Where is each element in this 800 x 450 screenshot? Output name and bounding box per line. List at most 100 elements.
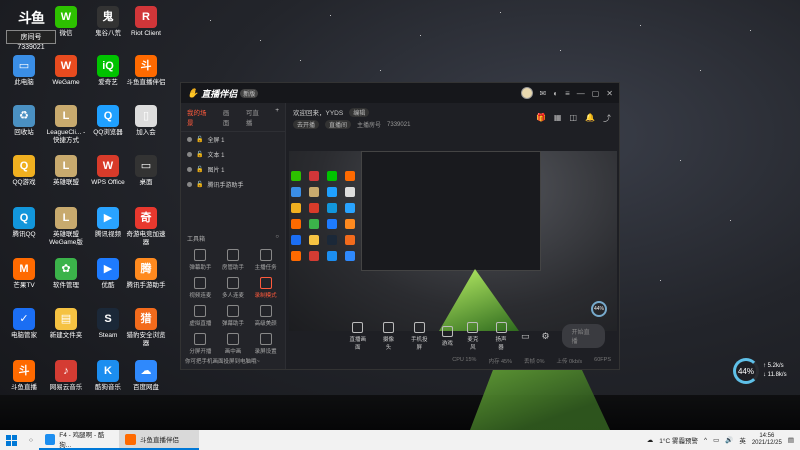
desktop-icon[interactable]: W 微信 bbox=[44, 6, 88, 38]
tab-live[interactable]: 可直播 bbox=[246, 107, 265, 127]
speaker-button[interactable]: 扬声器 bbox=[493, 321, 509, 351]
desktop-icon[interactable]: Q QQ游戏 bbox=[2, 155, 46, 187]
message-icon[interactable]: ✉ bbox=[540, 89, 547, 98]
desktop-icon[interactable]: W WeGame bbox=[44, 55, 88, 87]
desktop-icon[interactable]: L 英雄联盟 bbox=[44, 155, 88, 187]
desktop-icon[interactable]: ✿ 软件管理 bbox=[44, 258, 88, 290]
volume-icon[interactable]: 🔊 bbox=[725, 436, 733, 444]
minimize-icon[interactable]: — bbox=[577, 89, 585, 98]
visibility-icon[interactable] bbox=[187, 152, 192, 157]
tool-item[interactable]: 弹幕助手 bbox=[218, 305, 249, 327]
input-language[interactable]: 英 bbox=[739, 435, 746, 445]
visibility-icon[interactable] bbox=[187, 137, 192, 142]
lock-icon[interactable]: 🔓 bbox=[196, 136, 203, 143]
app-icon: ▶ bbox=[97, 207, 119, 229]
scene-item[interactable]: 🔓 图片 1 bbox=[181, 162, 285, 177]
desktop-icon[interactable]: 腾腾讯手游助手 bbox=[124, 258, 168, 290]
app-icon: ▭ bbox=[13, 55, 35, 77]
tab-canvas[interactable]: 画面 bbox=[223, 107, 236, 127]
tab-scenes[interactable]: 我的场景 bbox=[187, 107, 213, 127]
phone-cast-button[interactable]: 手机投屏 bbox=[408, 321, 429, 351]
scene-item[interactable]: 🔓 全屏 1 bbox=[181, 132, 285, 147]
taskbar-app-douyu[interactable]: 斗鱼直播伴侣 bbox=[118, 430, 199, 450]
desktop-icon[interactable]: ♻ 回收站 bbox=[2, 105, 46, 137]
tool-item[interactable]: 弹幕助手 bbox=[185, 249, 216, 271]
skin-icon[interactable]: ◐ bbox=[553, 89, 558, 98]
notice-text[interactable]: 你可把手机画面投屏到电脑哦~ bbox=[185, 357, 260, 365]
tool-item[interactable]: 录制模式 bbox=[250, 277, 281, 299]
tool-label: 主播任务 bbox=[254, 265, 277, 271]
room-pill[interactable]: 直播间 bbox=[325, 120, 352, 129]
tool-label: 录制模式 bbox=[254, 293, 277, 299]
go-live-pill[interactable]: 去开播 bbox=[293, 120, 320, 129]
desktop-icon[interactable]: ✓ 电脑管家 bbox=[2, 308, 46, 340]
maximize-icon[interactable]: ▢ bbox=[592, 89, 600, 98]
desktop-icon[interactable]: M 芒果TV bbox=[2, 258, 46, 290]
taskbar-app-kugou[interactable]: F4 - 鸡腿啊 - 酷狗... bbox=[38, 430, 119, 450]
start-button[interactable] bbox=[0, 430, 23, 450]
calendar-icon[interactable]: ▦ bbox=[554, 113, 562, 124]
desktop-icon[interactable]: R Riot Client bbox=[124, 6, 168, 38]
desktop-icon[interactable]: L 英雄联盟 WeGame版 bbox=[44, 207, 88, 247]
microphone-button[interactable]: 麦克风 bbox=[465, 321, 481, 351]
menu-icon[interactable]: ≡ bbox=[565, 89, 570, 98]
desktop-icon[interactable]: 奇奇游电竞加速器 bbox=[124, 207, 168, 247]
tray-overflow-icon[interactable]: ^ bbox=[704, 437, 707, 444]
weather-icon[interactable]: ☁ bbox=[647, 436, 654, 444]
desktop-icon[interactable]: L LeagueCli... - 快捷方式 bbox=[44, 105, 88, 145]
desktop-icon[interactable]: 猎猎豹安全浏览器 bbox=[124, 308, 168, 348]
desktop-icon[interactable]: 斗斗鱼直播 bbox=[2, 360, 46, 392]
desktop-icon[interactable]: 斗斗鱼直播伴侣 bbox=[124, 55, 168, 87]
clock[interactable]: 14:56 2021/12/25 bbox=[752, 433, 782, 447]
app-icon: M bbox=[13, 258, 35, 280]
weather-text[interactable]: 1°C 雾霾预警 bbox=[659, 435, 698, 445]
scene-item[interactable]: 🔓 腾讯手游助手 bbox=[181, 177, 285, 192]
tool-item[interactable]: 主播任务 bbox=[250, 249, 281, 271]
game-button[interactable]: 游戏 bbox=[441, 325, 453, 347]
visibility-icon[interactable] bbox=[187, 167, 192, 172]
desktop-icon[interactable]: ▭ 此电脑 bbox=[2, 55, 46, 87]
close-icon[interactable]: ✕ bbox=[606, 89, 613, 98]
tool-item[interactable]: 房管助手 bbox=[218, 249, 249, 271]
collapse-icon[interactable]: ○ bbox=[275, 234, 279, 243]
desktop-icon[interactable]: Q 腾讯QQ bbox=[2, 207, 46, 239]
stream-preview[interactable]: 44% bbox=[289, 151, 617, 331]
douyu-icon bbox=[124, 433, 136, 445]
lock-icon[interactable]: 🔓 bbox=[196, 166, 203, 173]
lock-icon[interactable]: 🔓 bbox=[196, 151, 203, 158]
perf-widget[interactable]: 44% ↑ 5.2k/s ↓ 11.8k/s bbox=[733, 358, 787, 384]
scene-item[interactable]: 🔓 文本 1 bbox=[181, 147, 285, 162]
notification-icon[interactable]: ▤ bbox=[788, 436, 794, 444]
tool-item[interactable]: 分屏开播 bbox=[185, 333, 216, 355]
microphone-icon bbox=[467, 321, 479, 333]
tool-item[interactable]: 画中画 bbox=[218, 333, 249, 355]
search-icon[interactable]: ○ bbox=[23, 430, 39, 450]
edit-pill[interactable]: 编辑 bbox=[349, 107, 370, 117]
gift-icon[interactable]: 🎁 bbox=[536, 113, 546, 124]
desktop-icon[interactable]: ☁ 百度网盘 bbox=[124, 360, 168, 392]
lock-icon[interactable]: 🔓 bbox=[196, 181, 203, 188]
bag-icon[interactable]: ◫ bbox=[569, 113, 577, 124]
tool-item[interactable]: 视频连麦 bbox=[185, 277, 216, 299]
desktop-icon[interactable]: ♪ 网易云音乐 bbox=[44, 360, 88, 392]
desktop-icon[interactable]: ▭ 桌面 bbox=[124, 155, 168, 187]
screen-capture-button[interactable]: 直播画面 bbox=[347, 321, 368, 351]
tool-item[interactable]: 多人连麦 bbox=[218, 277, 249, 299]
welcome-text: 欢迎回来，YYDS bbox=[293, 110, 344, 117]
visibility-icon[interactable] bbox=[187, 182, 192, 187]
tool-item[interactable]: 虚拟直播 bbox=[185, 305, 216, 327]
record-icon[interactable]: ▭ bbox=[521, 331, 530, 342]
start-live-button[interactable]: 开始直播 bbox=[561, 324, 605, 348]
tool-item[interactable]: 高级美颜 bbox=[250, 305, 281, 327]
avatar[interactable] bbox=[520, 87, 533, 99]
desktop-icon[interactable]: ▯ 加入会 bbox=[124, 105, 168, 137]
network-icon[interactable]: ▭ bbox=[713, 436, 719, 444]
share-icon[interactable]: ⤴ bbox=[603, 113, 611, 124]
status-item: 内存 45% bbox=[488, 359, 512, 365]
add-source-icon[interactable]: + bbox=[275, 107, 279, 127]
settings-icon[interactable]: ⚙ bbox=[542, 331, 550, 342]
camera-button[interactable]: 摄像头 bbox=[380, 321, 396, 351]
bell-icon[interactable]: 🔔 bbox=[585, 113, 595, 124]
tool-item[interactable]: 录屏设置 bbox=[250, 333, 281, 355]
desktop-icon[interactable]: ▤ 新建文件夹 bbox=[44, 308, 88, 340]
